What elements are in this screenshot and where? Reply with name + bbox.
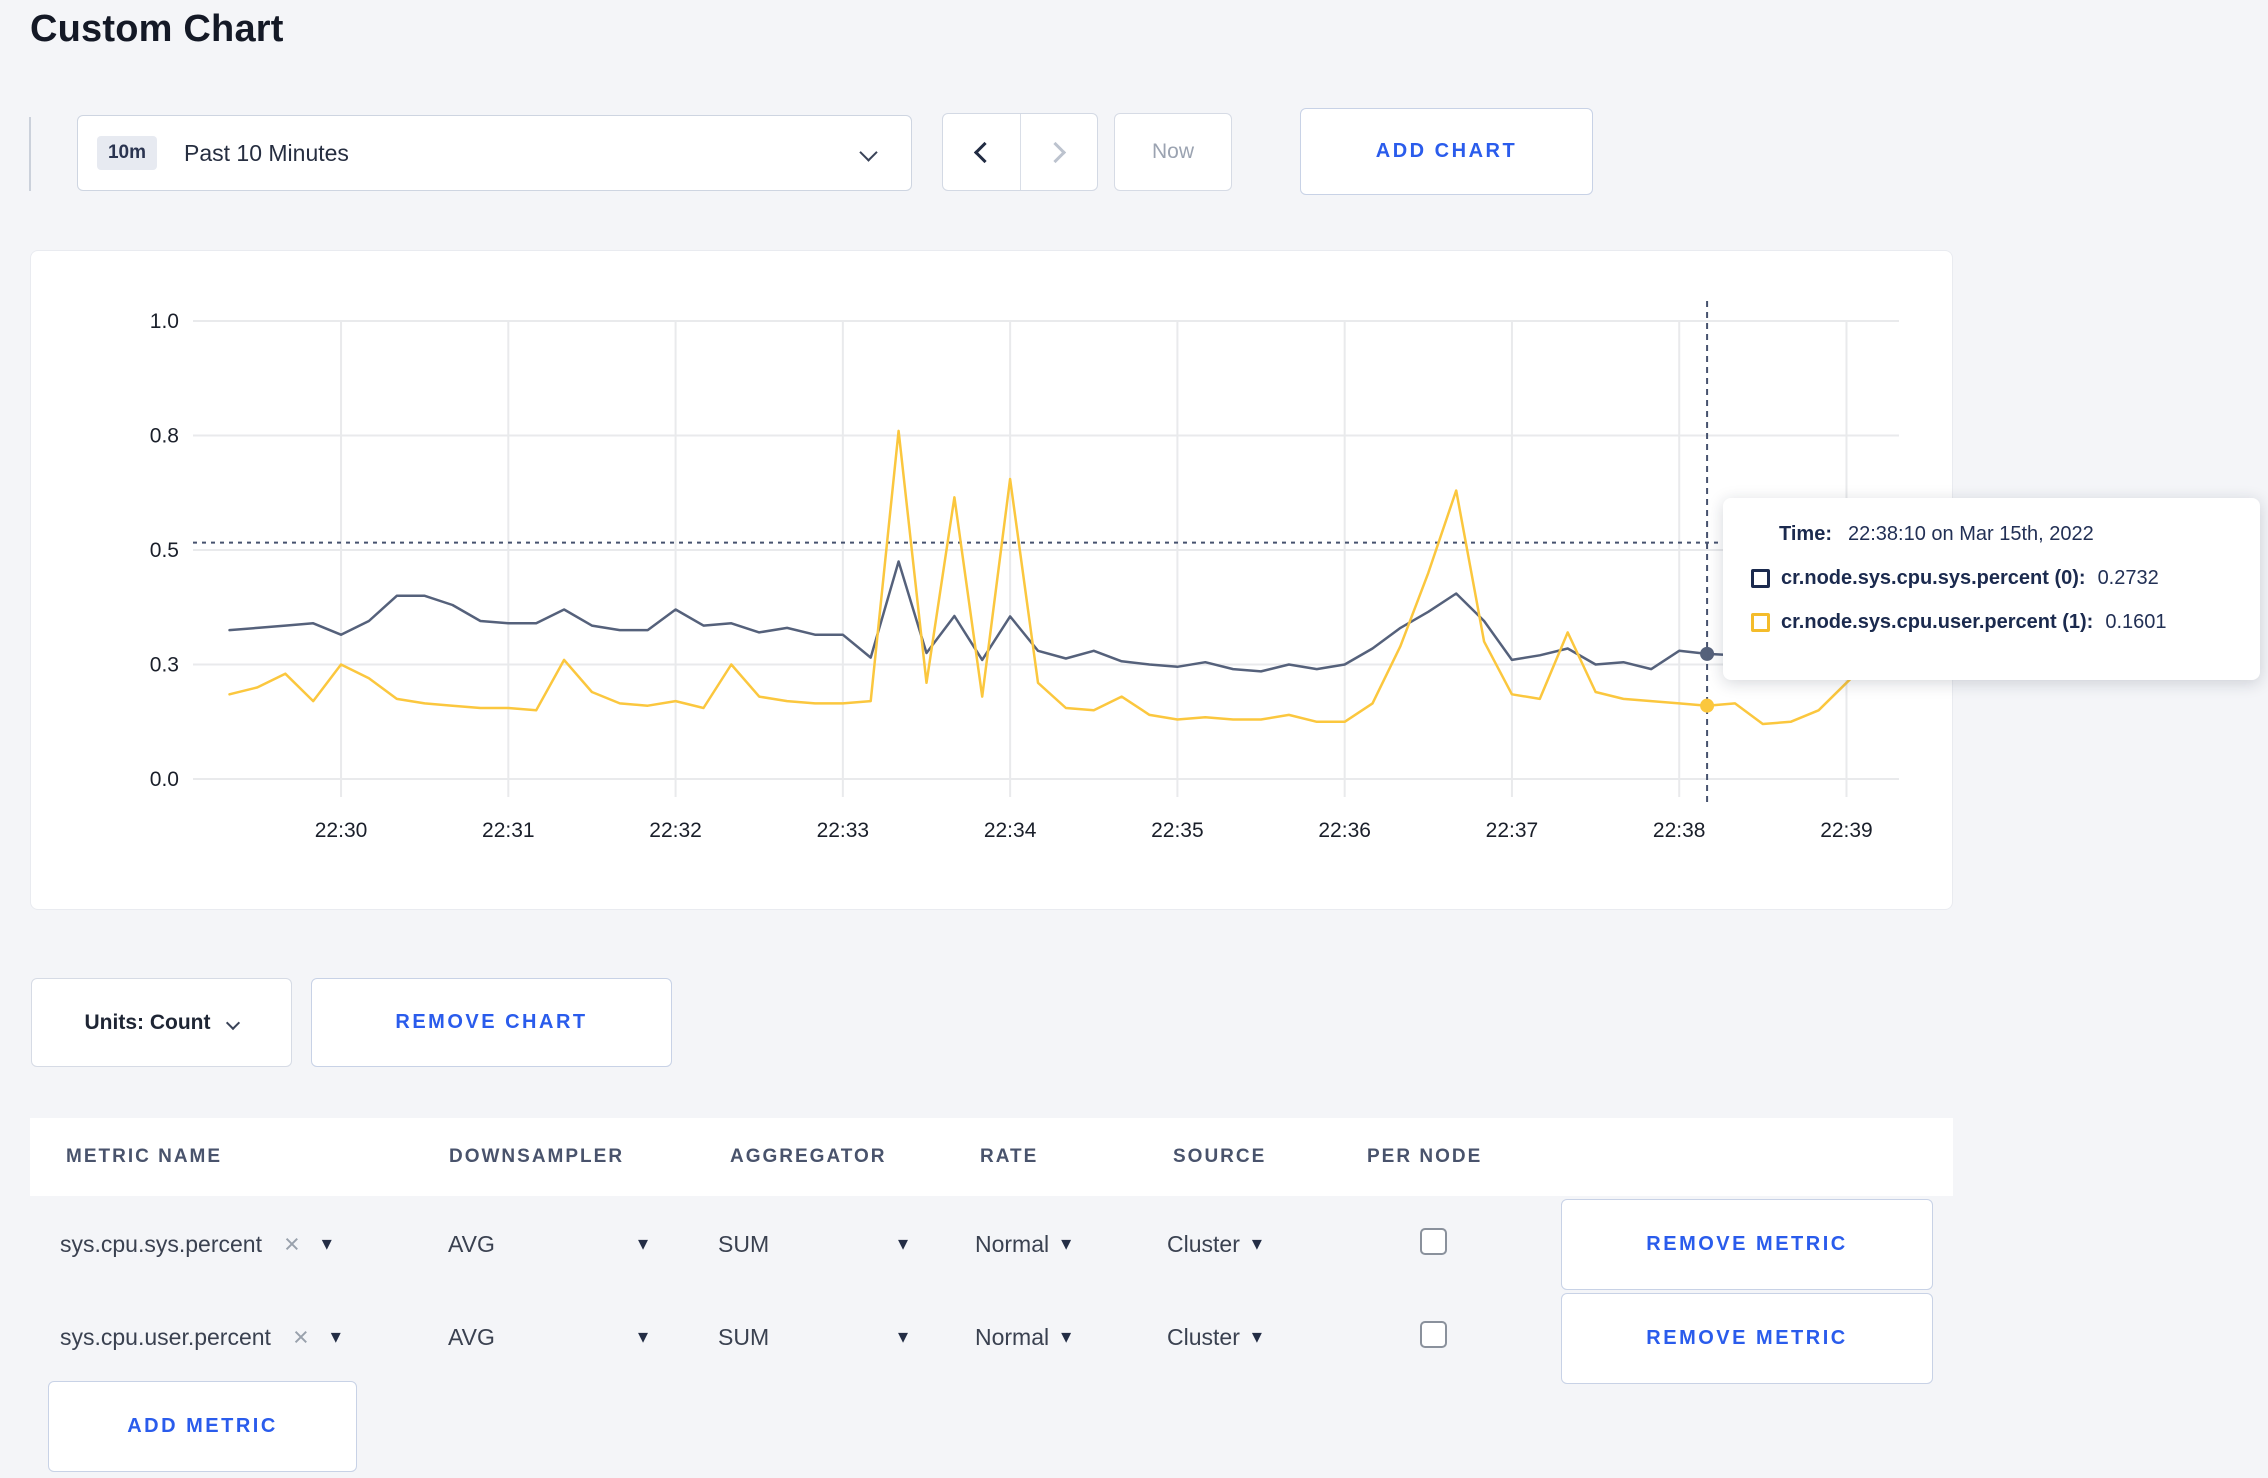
svg-text:0.8: 0.8 — [150, 425, 179, 448]
svg-text:0.5: 0.5 — [150, 539, 179, 562]
now-button[interactable]: Now — [1114, 113, 1232, 191]
caret-down-icon: ▾ — [1251, 1233, 1262, 1255]
add-metric-button[interactable]: ADD METRIC — [48, 1381, 357, 1472]
col-header-source: SOURCE — [1173, 1146, 1267, 1167]
cpu-usage-chart[interactable]: 1.0 0.8 0.5 0.3 0.0 22:30 22:31 22:32 22:33 22:34… — [31, 251, 1954, 911]
col-header-per-node: PER NODE — [1367, 1146, 1483, 1167]
metrics-table-header: METRIC NAME DOWNSAMPLER AGGREGATOR RATE … — [30, 1118, 1953, 1196]
chevron-down-icon — [226, 1015, 241, 1030]
rate-value: Normal — [975, 1230, 1050, 1257]
clear-metric-icon[interactable]: × — [293, 1323, 309, 1351]
toolbar-divider — [29, 117, 31, 191]
svg-text:0.0: 0.0 — [150, 768, 179, 791]
remove-chart-button[interactable]: REMOVE CHART — [311, 978, 672, 1067]
sys-series-legend-icon — [1751, 569, 1770, 588]
col-header-rate: RATE — [980, 1146, 1039, 1167]
svg-text:22:34: 22:34 — [984, 819, 1037, 842]
user-series-legend-icon — [1751, 613, 1770, 632]
tooltip-time-label: Time: — [1779, 523, 1832, 545]
caret-down-icon: ▾ — [330, 1326, 341, 1348]
metric-name-value: sys.cpu.sys.percent — [60, 1230, 262, 1257]
source-value: Cluster — [1167, 1323, 1240, 1350]
add-chart-button[interactable]: ADD CHART — [1300, 108, 1593, 195]
svg-text:1.0: 1.0 — [150, 310, 179, 333]
metric-name-select[interactable]: sys.cpu.sys.percent × ▾ — [60, 1216, 332, 1272]
remove-metric-button[interactable]: REMOVE METRIC — [1561, 1293, 1933, 1384]
metric-name-select[interactable]: sys.cpu.user.percent × ▾ — [60, 1309, 341, 1365]
source-value: Cluster — [1167, 1230, 1240, 1257]
next-time-button[interactable] — [1019, 114, 1098, 190]
chart-tooltip: Time: 22:38:10 on Mar 15th, 2022 cr.node… — [1723, 498, 2260, 680]
clear-metric-icon[interactable]: × — [284, 1230, 300, 1258]
downsampler-value: AVG — [448, 1230, 495, 1257]
time-range-badge: 10m — [97, 136, 157, 170]
tooltip-series-name: cr.node.sys.cpu.sys.percent (0): — [1781, 567, 2086, 589]
time-range-label: Past 10 Minutes — [184, 139, 349, 166]
aggregator-select[interactable]: SUM ▾ — [718, 1309, 908, 1365]
source-select[interactable]: Cluster ▾ — [1167, 1216, 1262, 1272]
source-select[interactable]: Cluster ▾ — [1167, 1309, 1262, 1365]
tooltip-series-value: 0.1601 — [2105, 611, 2167, 633]
svg-text:22:35: 22:35 — [1151, 819, 1204, 842]
caret-down-icon: ▾ — [637, 1233, 648, 1255]
svg-text:0.3: 0.3 — [150, 654, 179, 677]
svg-text:22:32: 22:32 — [649, 819, 702, 842]
downsampler-select[interactable]: AVG ▾ — [448, 1216, 648, 1272]
svg-text:22:36: 22:36 — [1318, 819, 1371, 842]
caret-down-icon: ▾ — [637, 1326, 648, 1348]
col-header-aggregator: AGGREGATOR — [730, 1146, 887, 1167]
col-header-downsampler: DOWNSAMPLER — [449, 1146, 625, 1167]
caret-down-icon: ▾ — [1061, 1233, 1072, 1255]
prev-time-button[interactable] — [943, 114, 1020, 190]
caret-down-icon: ▾ — [897, 1326, 908, 1348]
svg-text:22:38: 22:38 — [1653, 819, 1706, 842]
rate-select[interactable]: Normal ▾ — [975, 1216, 1071, 1272]
per-node-checkbox[interactable] — [1420, 1321, 1447, 1348]
svg-text:22:31: 22:31 — [482, 819, 535, 842]
caret-down-icon: ▾ — [1251, 1326, 1262, 1348]
chevron-right-icon — [1045, 141, 1067, 163]
metric-name-value: sys.cpu.user.percent — [60, 1323, 271, 1350]
caret-down-icon: ▾ — [1061, 1326, 1072, 1348]
tooltip-time-value: 22:38:10 on Mar 15th, 2022 — [1847, 523, 2094, 545]
svg-text:22:37: 22:37 — [1486, 819, 1539, 842]
page-title: Custom Chart — [30, 8, 284, 50]
tooltip-series-value: 0.2732 — [2097, 567, 2159, 589]
rate-value: Normal — [975, 1323, 1050, 1350]
tooltip-series-name: cr.node.sys.cpu.user.percent (1): — [1781, 611, 2094, 633]
aggregator-value: SUM — [718, 1323, 770, 1350]
caret-down-icon: ▾ — [321, 1233, 332, 1255]
col-header-metric-name: METRIC NAME — [66, 1146, 223, 1167]
remove-metric-button[interactable]: REMOVE METRIC — [1561, 1199, 1933, 1290]
custom-chart-page: Custom Chart 10m Past 10 Minutes Now ADD… — [0, 0, 2268, 1478]
aggregator-value: SUM — [718, 1230, 770, 1257]
svg-text:22:39: 22:39 — [1820, 819, 1873, 842]
chart-card: 1.0 0.8 0.5 0.3 0.0 22:30 22:31 22:32 22:33 22:34… — [30, 250, 1953, 910]
rate-select[interactable]: Normal ▾ — [975, 1309, 1071, 1365]
caret-down-icon: ▾ — [897, 1233, 908, 1255]
downsampler-select[interactable]: AVG ▾ — [448, 1309, 648, 1365]
per-node-checkbox[interactable] — [1420, 1228, 1447, 1255]
time-range-select[interactable]: 10m Past 10 Minutes — [77, 115, 912, 191]
chevron-left-icon — [973, 141, 995, 163]
aggregator-select[interactable]: SUM ▾ — [718, 1216, 908, 1272]
downsampler-value: AVG — [448, 1323, 495, 1350]
svg-text:22:33: 22:33 — [817, 819, 870, 842]
units-label: Units: Count — [84, 1010, 211, 1034]
chevron-down-icon — [859, 143, 878, 162]
svg-text:22:30: 22:30 — [315, 819, 368, 842]
units-select[interactable]: Units: Count — [31, 978, 292, 1067]
time-nav-group — [942, 113, 1098, 191]
